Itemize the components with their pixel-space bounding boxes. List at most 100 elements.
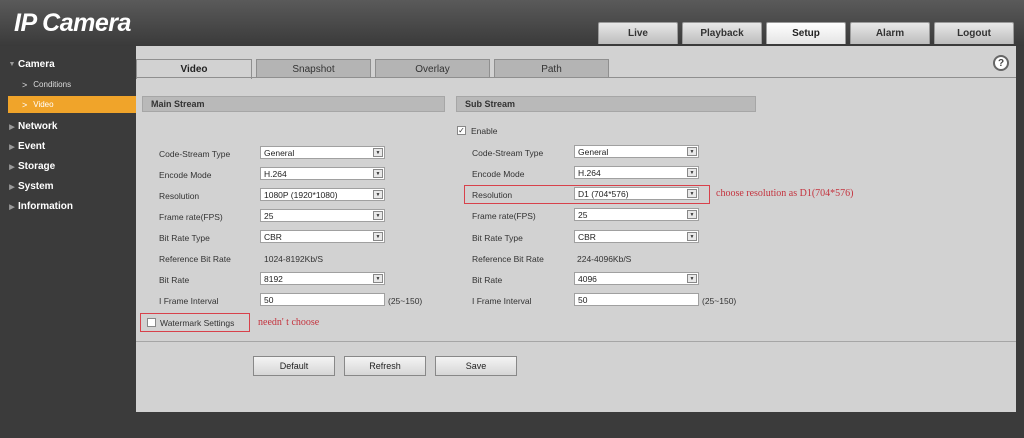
annotation-resolution-note: choose resolution as D1(704*576) (716, 188, 854, 199)
sidebar-item-label: System (18, 181, 54, 192)
sub-bit-rate-type-label: Bit Rate Type (472, 233, 523, 243)
settings-panel: Video Snapshot Overlay Path ? Main Strea… (136, 46, 1016, 412)
tab-logout[interactable]: Logout (934, 22, 1014, 44)
main-frame-rate-label: Frame rate(FPS) (159, 212, 223, 222)
triangle-right-icon: ▶ (9, 163, 15, 171)
save-button[interactable]: Save (435, 356, 517, 376)
sub-bit-rate-type-select[interactable]: CBR ▼ (574, 230, 699, 243)
sidebar: ▼ Camera > Conditions > Video ▶ Network … (0, 46, 136, 438)
sub-encode-mode-label: Encode Mode (472, 169, 525, 179)
dropdown-arrow-icon: ▼ (687, 189, 697, 198)
dropdown-arrow-icon: ▼ (373, 190, 383, 199)
sub-encode-mode-select[interactable]: H.264 ▼ (574, 166, 699, 179)
dropdown-arrow-icon: ▼ (373, 169, 383, 178)
sidebar-item-label: Information (18, 201, 73, 212)
sub-stream-header: Sub Stream (456, 96, 756, 112)
dropdown-arrow-icon: ▼ (687, 274, 697, 283)
tab-divider (136, 77, 1016, 78)
tab-playback[interactable]: Playback (682, 22, 762, 44)
sub-reference-bit-rate-value: 224-4096Kb/S (577, 254, 632, 264)
chevron-right-icon: > (22, 99, 28, 110)
tab-snapshot[interactable]: Snapshot (256, 59, 371, 78)
sub-frame-rate-select[interactable]: 25 ▼ (574, 208, 699, 221)
select-value: H.264 (264, 168, 287, 179)
main-resolution-select[interactable]: 1080P (1920*1080) ▼ (260, 188, 385, 201)
chevron-right-icon: > (22, 79, 28, 90)
sub-resolution-label: Resolution (472, 190, 513, 200)
sub-i-frame-interval-label: I Frame Interval (472, 296, 532, 306)
sub-resolution-select[interactable]: D1 (704*576) ▼ (574, 187, 699, 200)
select-value: CBR (264, 231, 282, 242)
app-logo: IP Camera (14, 9, 131, 37)
main-bit-rate-type-select[interactable]: CBR ▼ (260, 230, 385, 243)
tab-alarm[interactable]: Alarm (850, 22, 930, 44)
main-i-frame-interval-input[interactable]: 50 (260, 293, 385, 306)
sub-reference-bit-rate-label: Reference Bit Rate (472, 254, 544, 264)
triangle-right-icon: ▶ (9, 183, 15, 191)
sidebar-item-label: Event (18, 141, 46, 152)
main-frame-rate-select[interactable]: 25 ▼ (260, 209, 385, 222)
select-value: H.264 (578, 167, 601, 178)
sub-code-stream-type-select[interactable]: General ▼ (574, 145, 699, 158)
sub-bit-rate-label: Bit Rate (472, 275, 503, 285)
refresh-button[interactable]: Refresh (344, 356, 426, 376)
main-code-stream-type-select[interactable]: General ▼ (260, 146, 385, 159)
main-resolution-label: Resolution (159, 191, 200, 201)
dropdown-arrow-icon: ▼ (373, 232, 383, 241)
triangle-right-icon: ▶ (9, 143, 15, 151)
annotation-watermark-note: needn' t choose (258, 317, 320, 328)
dropdown-arrow-icon: ▼ (373, 274, 383, 283)
sidebar-item-information[interactable]: ▶ Information (0, 198, 136, 215)
sidebar-item-camera[interactable]: ▼ Camera (0, 56, 136, 73)
tab-video[interactable]: Video (136, 59, 252, 79)
tab-setup[interactable]: Setup (766, 22, 846, 44)
sub-i-frame-interval-range: (25~150) (702, 296, 737, 306)
main-bit-rate-select[interactable]: 8192 ▼ (260, 272, 385, 285)
main-bit-rate-type-label: Bit Rate Type (159, 233, 210, 243)
main-stream-header: Main Stream (142, 96, 445, 112)
triangle-right-icon: ▶ (9, 123, 15, 131)
sidebar-item-label: Camera (18, 59, 55, 70)
triangle-right-icon: ▶ (9, 203, 15, 211)
main-reference-bit-rate-label: Reference Bit Rate (159, 254, 231, 264)
watermark-checkbox[interactable] (147, 318, 156, 327)
main-encode-mode-select[interactable]: H.264 ▼ (260, 167, 385, 180)
sub-bit-rate-select[interactable]: 4096 ▼ (574, 272, 699, 285)
sidebar-item-network[interactable]: ▶ Network (0, 118, 136, 135)
select-value: General (578, 146, 609, 157)
sidebar-item-conditions[interactable]: > Conditions (0, 76, 136, 93)
enable-label: Enable (471, 126, 498, 136)
select-value: 4096 (578, 273, 597, 284)
tab-live[interactable]: Live (598, 22, 678, 44)
help-icon[interactable]: ? (993, 55, 1009, 71)
main-i-frame-interval-range: (25~150) (388, 296, 423, 306)
dropdown-arrow-icon: ▼ (373, 148, 383, 157)
app-header: IP Camera Live Playback Setup Alarm Logo… (0, 0, 1024, 46)
sidebar-item-event[interactable]: ▶ Event (0, 138, 136, 155)
sub-frame-rate-label: Frame rate(FPS) (472, 211, 536, 221)
dropdown-arrow-icon: ▼ (687, 168, 697, 177)
enable-checkbox[interactable]: ✓ (457, 126, 466, 135)
dropdown-arrow-icon: ▼ (687, 147, 697, 156)
sidebar-item-storage[interactable]: ▶ Storage (0, 158, 136, 175)
dropdown-arrow-icon: ▼ (687, 232, 697, 241)
dropdown-arrow-icon: ▼ (373, 211, 383, 220)
dropdown-arrow-icon: ▼ (687, 210, 697, 219)
sub-i-frame-interval-input[interactable]: 50 (574, 293, 699, 306)
select-value: 8192 (264, 273, 283, 284)
sidebar-item-video[interactable]: > Video (8, 96, 136, 113)
default-button[interactable]: Default (253, 356, 335, 376)
select-value: General (264, 147, 295, 158)
main-code-stream-type-label: Code-Stream Type (159, 149, 231, 159)
select-value: 25 (578, 209, 588, 220)
sidebar-item-label: Video (33, 100, 54, 109)
tab-overlay[interactable]: Overlay (375, 59, 490, 78)
sidebar-item-system[interactable]: ▶ System (0, 178, 136, 195)
watermark-label: Watermark Settings (160, 318, 235, 328)
button-divider (136, 341, 1016, 342)
main-reference-bit-rate-value: 1024-8192Kb/S (264, 254, 324, 264)
sidebar-item-label: Storage (18, 161, 56, 172)
tab-path[interactable]: Path (494, 59, 609, 78)
triangle-down-icon: ▼ (8, 61, 16, 68)
sidebar-item-label: Conditions (33, 80, 72, 89)
